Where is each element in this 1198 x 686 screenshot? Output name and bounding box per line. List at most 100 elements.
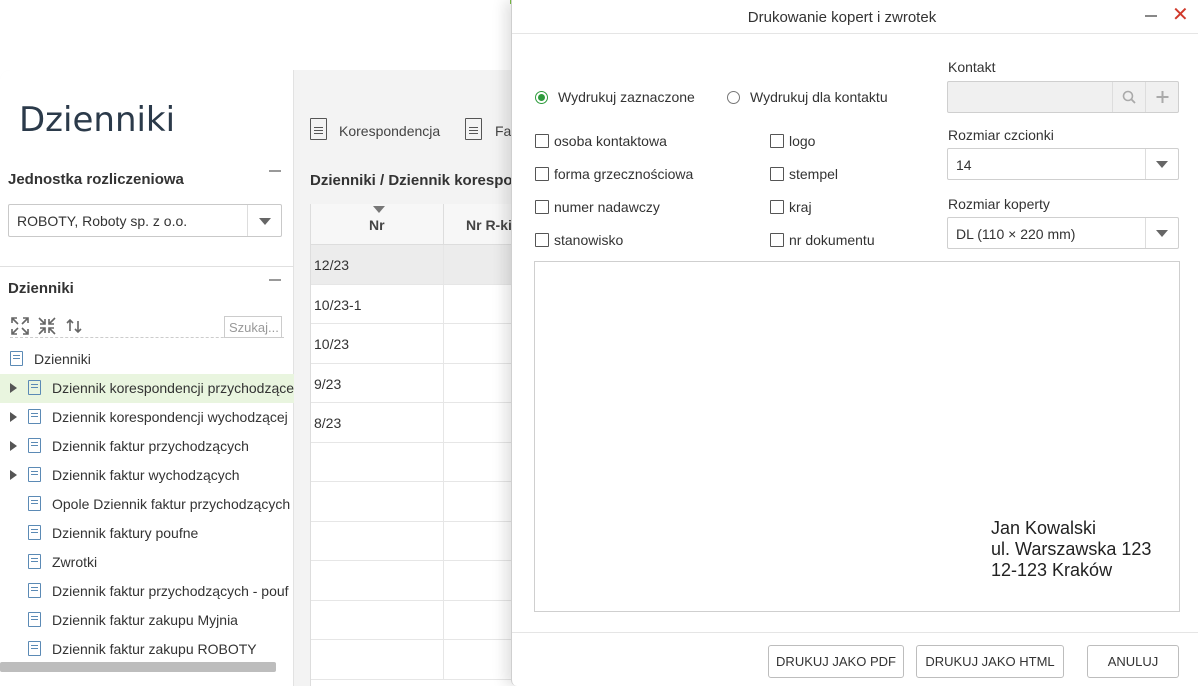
contact-field[interactable] xyxy=(947,81,1179,113)
unit-select-arrow[interactable] xyxy=(247,205,281,236)
table-row[interactable]: 12/23 xyxy=(311,245,531,285)
radio-print-selected[interactable] xyxy=(535,91,548,104)
horizontal-scrollbar[interactable] xyxy=(0,662,276,672)
column-separator xyxy=(443,204,444,245)
expand-arrow-icon[interactable] xyxy=(10,441,17,451)
column-separator xyxy=(443,284,444,323)
table-row[interactable]: 8/23 xyxy=(311,403,531,443)
option-checkbox[interactable] xyxy=(770,233,784,247)
unit-label: Jednostka rozliczeniowa xyxy=(8,171,184,188)
contact-add-button[interactable] xyxy=(1145,82,1178,112)
table-row[interactable] xyxy=(311,482,531,522)
option-checkbox[interactable] xyxy=(535,167,549,181)
table-row[interactable]: 9/23 xyxy=(311,363,531,403)
column-separator xyxy=(443,324,444,363)
table-row[interactable]: 10/23-1 xyxy=(311,284,531,324)
search-icon xyxy=(1122,90,1136,104)
plus-icon xyxy=(1156,91,1169,103)
envelope-size-dropdown-arrow[interactable] xyxy=(1145,218,1178,248)
column-separator xyxy=(443,403,444,442)
radio-print-for-contact[interactable] xyxy=(727,91,740,104)
tree-item[interactable]: Dziennik faktur przychodzących - pouf xyxy=(0,577,294,606)
contact-search-button[interactable] xyxy=(1112,82,1145,112)
print-pdf-button[interactable]: DRUKUJ JAKO PDF xyxy=(768,645,904,678)
option-checkbox[interactable] xyxy=(770,167,784,181)
option-checkbox[interactable] xyxy=(535,200,549,214)
column-separator xyxy=(443,600,444,639)
font-size-select[interactable]: 14 xyxy=(947,148,1179,180)
unit-select-value: ROBOTY, Roboty sp. z o.o. xyxy=(17,213,188,229)
tree-item[interactable]: Dziennik faktury poufne xyxy=(0,519,294,548)
table-header: Nr Nr R-ki xyxy=(311,204,531,245)
tree-item[interactable]: Opole Dziennik faktur przychodzących xyxy=(0,490,294,519)
table-row[interactable]: 10/23 xyxy=(311,324,531,364)
table-row[interactable] xyxy=(311,442,531,482)
cell-nr: 10/23 xyxy=(314,336,350,352)
envelope-size-label: Rozmiar koperty xyxy=(948,196,1050,212)
table-row[interactable] xyxy=(311,640,531,680)
tree-item[interactable]: Dziennik korespondencji przychodzące xyxy=(0,374,294,403)
envelope-preview: Jan Kowalski ul. Warszawska 123 12-123 K… xyxy=(534,261,1180,612)
option-checkbox[interactable] xyxy=(535,233,549,247)
collapse-all-icon[interactable] xyxy=(37,316,57,336)
journal-icon xyxy=(28,380,41,395)
column-separator xyxy=(443,561,444,600)
column-header-nr-rki[interactable]: Nr R-ki xyxy=(466,217,512,233)
column-separator xyxy=(443,442,444,481)
expand-arrow-icon[interactable] xyxy=(10,412,17,422)
tree-item-label: Dziennik faktur zakupu Myjnia xyxy=(52,612,238,628)
column-separator xyxy=(443,363,444,402)
correspondence-tab[interactable]: Korespondencja xyxy=(339,123,440,139)
print-html-button[interactable]: DRUKUJ JAKO HTML xyxy=(916,645,1064,678)
expand-arrow-icon[interactable] xyxy=(10,470,17,480)
expand-all-icon[interactable] xyxy=(10,316,30,336)
journal-icon xyxy=(28,641,41,656)
envelope-size-select[interactable]: DL (110 × 220 mm) xyxy=(947,217,1179,249)
refresh-icon[interactable] xyxy=(64,316,84,336)
table-row[interactable] xyxy=(311,521,531,561)
table-row[interactable] xyxy=(311,600,531,640)
print-envelopes-dialog: Drukowanie kopert i zwrotek ✕ Wydrukuj z… xyxy=(511,0,1198,686)
journal-icon xyxy=(28,612,41,627)
tree-item[interactable]: Dziennik faktur wychodzących xyxy=(0,461,294,490)
option-checkbox-label: forma grzecznościowa xyxy=(554,166,694,182)
table-row[interactable] xyxy=(311,561,531,601)
journals-label: Dzienniki xyxy=(8,280,74,297)
minimize-icon[interactable] xyxy=(1145,15,1157,17)
option-checkbox-label: nr dokumentu xyxy=(789,232,875,248)
column-separator xyxy=(443,245,444,284)
collapse-unit-section-button[interactable] xyxy=(269,170,281,172)
journal-table: Nr Nr R-ki 12/23 10/23-1 10/23 9/23 8/23 xyxy=(310,204,531,686)
tree-root-label: Dzienniki xyxy=(34,351,91,367)
tree-item-label: Dziennik korespondencji wychodzącej xyxy=(52,409,288,425)
journal-icon xyxy=(10,351,23,366)
invoices-tab[interactable]: Fa xyxy=(495,123,511,139)
font-size-dropdown-arrow[interactable] xyxy=(1145,149,1178,179)
tree-item[interactable]: Dziennik faktur zakupu ROBOTY xyxy=(0,635,294,664)
cell-nr: 12/23 xyxy=(314,257,350,273)
tree-item[interactable]: Dziennik faktur przychodzących xyxy=(0,432,294,461)
tree-root[interactable]: Dzienniki xyxy=(0,345,294,374)
option-checkbox[interactable] xyxy=(770,134,784,148)
collapse-journals-section-button[interactable] xyxy=(269,279,281,281)
cell-nr: 9/23 xyxy=(314,375,342,392)
tree-item[interactable]: Dziennik korespondencji wychodzącej xyxy=(0,403,294,432)
contact-label: Kontakt xyxy=(948,59,996,75)
cancel-button[interactable]: ANULUJ xyxy=(1087,645,1179,678)
option-checkbox[interactable] xyxy=(770,200,784,214)
recipient-name: Jan Kowalski xyxy=(991,518,1097,538)
recipient-address: Jan Kowalski ul. Warszawska 123 12-123 K… xyxy=(991,518,1151,581)
unit-select[interactable]: ROBOTY, Roboty sp. z o.o. xyxy=(8,204,282,237)
column-separator xyxy=(443,640,444,679)
column-header-nr[interactable]: Nr xyxy=(369,217,385,233)
option-checkbox[interactable] xyxy=(535,134,549,148)
option-checkbox-label: stempel xyxy=(789,166,839,182)
tree-item[interactable]: Zwrotki xyxy=(0,548,294,577)
tree-search-input[interactable]: Szukaj... xyxy=(224,316,282,338)
expand-arrow-icon[interactable] xyxy=(10,383,17,393)
close-icon[interactable]: ✕ xyxy=(1172,4,1189,24)
tree-item-label: Dziennik faktur wychodzących xyxy=(52,467,240,483)
tree-item[interactable]: Dziennik faktur zakupu Myjnia xyxy=(0,606,294,635)
sort-desc-icon[interactable] xyxy=(373,206,385,213)
dialog-title: Drukowanie kopert i zwrotek xyxy=(747,9,937,26)
